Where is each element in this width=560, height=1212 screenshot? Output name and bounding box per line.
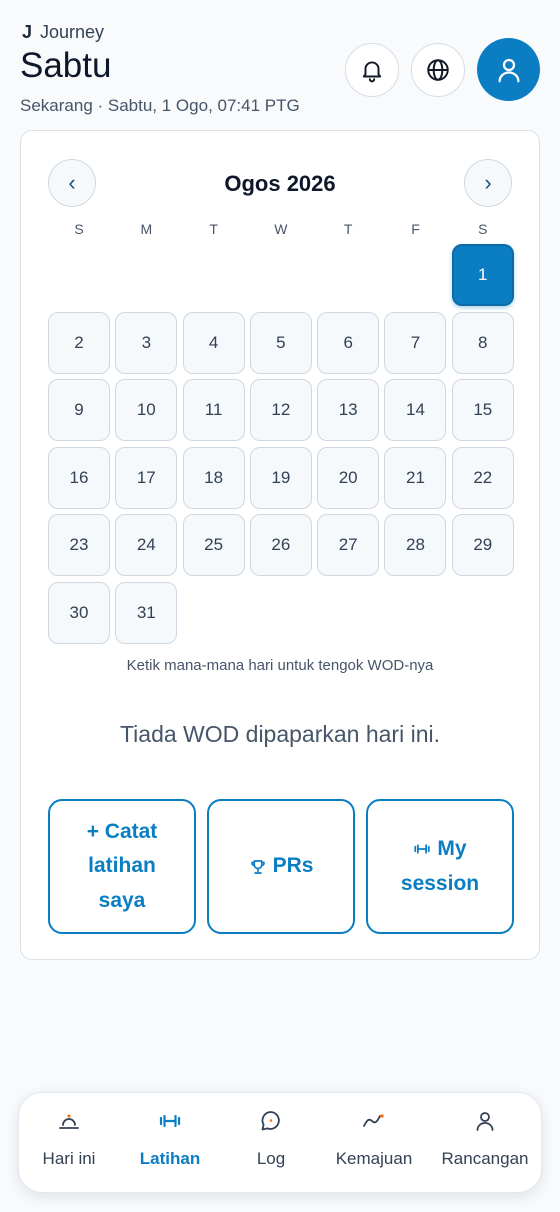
prs-button[interactable]: PRs (207, 799, 355, 934)
calendar-day[interactable]: 15 (451, 379, 514, 441)
calendar-day[interactable]: 8 (451, 311, 514, 374)
calendar-day[interactable]: 28 (384, 514, 447, 576)
calendar-day[interactable]: 24 (115, 514, 178, 576)
calendar-day[interactable]: 18 (182, 446, 245, 509)
weekday-header: SMTWTFS (48, 221, 514, 237)
weekday-label: W (274, 221, 288, 237)
action-buttons: + Catat latihan saya PRs My session (48, 799, 514, 934)
calendar-day[interactable]: 17 (115, 446, 178, 509)
calendar-day[interactable]: 4 (182, 311, 245, 374)
page-header: J Journey Sabtu Sekarang · Sabtu, 1 Ogo,… (20, 18, 540, 128)
notifications-button[interactable] (345, 43, 399, 97)
chat-icon (259, 1109, 283, 1133)
weekday-label: T (343, 221, 353, 237)
calendar-grid: 1 2 3 4 5 6 7 8 9 10 11 12 13 14 15 16 17 18 19 20 21 22 23 24 2… (48, 244, 514, 644)
weekday-label: S (74, 221, 84, 237)
dumbbell-icon (414, 844, 431, 854)
bottom-tab-bar: Hari ini Latihan Log Kemajuan Rancangan (18, 1092, 542, 1193)
calendar-day[interactable]: 12 (249, 379, 312, 441)
sunrise-icon (57, 1109, 81, 1133)
next-month-button[interactable]: › (464, 159, 512, 207)
trend-icon (361, 1109, 387, 1133)
brand-name: Journey (40, 22, 105, 42)
trophy-icon (250, 859, 265, 874)
tab-label: Latihan (139, 1149, 201, 1168)
tab-kemajuan[interactable]: Kemajuan (331, 1093, 417, 1194)
calendar-day[interactable]: 6 (317, 311, 380, 374)
calendar-day[interactable]: 25 (182, 514, 245, 576)
calendar-day[interactable]: 22 (451, 446, 514, 509)
weekday-label: S (478, 221, 488, 237)
calendar-day[interactable]: 11 (182, 379, 245, 441)
calendar-day-selected[interactable]: 1 (451, 244, 514, 306)
tab-label: Rancangan (441, 1149, 529, 1168)
tab-hari-ini[interactable]: Hari ini (29, 1093, 109, 1194)
calendar-day[interactable]: 20 (317, 446, 380, 509)
calendar-day[interactable]: 10 (115, 379, 178, 441)
calendar-day[interactable]: 21 (384, 446, 447, 509)
user-icon (498, 58, 519, 82)
calendar-day[interactable]: 13 (317, 379, 380, 441)
brand-logo-icon: J (22, 22, 33, 42)
globe-icon (427, 59, 449, 81)
tab-rancangan[interactable]: Rancangan (437, 1093, 533, 1194)
empty-state-message: Tiada WOD dipaparkan hari ini. (119, 721, 440, 747)
calendar-blank (250, 244, 312, 306)
tab-label: Kemajuan (335, 1149, 413, 1168)
calendar-day[interactable]: 29 (451, 514, 514, 576)
calendar-day[interactable]: 23 (48, 514, 110, 576)
calendar-day[interactable]: 9 (48, 379, 110, 441)
calendar-hint: Ketik mana-mana hari untuk tengok WOD-ny… (126, 657, 434, 674)
bell-icon (362, 61, 382, 83)
my-session-button[interactable]: My session (366, 799, 514, 934)
tab-label: Log (256, 1149, 286, 1168)
calendar-day[interactable]: 2 (48, 311, 110, 374)
weekday-label: M (140, 221, 153, 237)
calendar-blank (48, 244, 110, 306)
calendar-header: ‹ Ogos 2026 › (21, 131, 539, 231)
tab-log[interactable]: Log (231, 1093, 311, 1194)
calendar-day[interactable]: 26 (249, 514, 312, 576)
calendar-blank (317, 244, 379, 306)
calendar-day[interactable]: 16 (48, 446, 110, 509)
dumbbell-icon (158, 1109, 182, 1133)
calendar-day[interactable]: 31 (115, 581, 178, 644)
calendar-card: ‹ Ogos 2026 › SMTWTFS 1 2 3 4 5 6 7 8 9 10 11 12 13 1… (20, 130, 540, 960)
brand: J Journey (22, 22, 104, 43)
calendar-day[interactable]: 19 (249, 446, 312, 509)
current-datetime: Sekarang · Sabtu, 1 Ogo, 07:41 PTG (20, 96, 300, 115)
month-label: Ogos 2026 (224, 171, 336, 196)
calendar-blank (384, 244, 446, 306)
log-workout-button[interactable]: + Catat latihan saya (48, 799, 196, 934)
chevron-right-icon: › (484, 170, 492, 195)
profile-button[interactable] (477, 38, 540, 101)
calendar-day[interactable]: 3 (115, 311, 178, 374)
person-icon (473, 1109, 497, 1133)
calendar-day[interactable]: 7 (384, 311, 447, 374)
log-workout-label: + Catat latihan saya (86, 819, 158, 912)
calendar-day[interactable]: 27 (317, 514, 380, 576)
tab-label: Hari ini (42, 1149, 96, 1168)
page-title: Sabtu (20, 46, 112, 85)
tab-latihan[interactable]: Latihan (129, 1093, 211, 1194)
calendar-day[interactable]: 5 (249, 311, 312, 374)
calendar-day[interactable]: 30 (48, 581, 110, 644)
calendar-blank (115, 244, 177, 306)
calendar-day[interactable]: 14 (384, 379, 447, 441)
prs-label: PRs (272, 854, 314, 878)
language-button[interactable] (411, 43, 465, 97)
calendar-blank (183, 244, 245, 306)
weekday-label: T (209, 221, 218, 237)
weekday-label: F (411, 221, 420, 237)
